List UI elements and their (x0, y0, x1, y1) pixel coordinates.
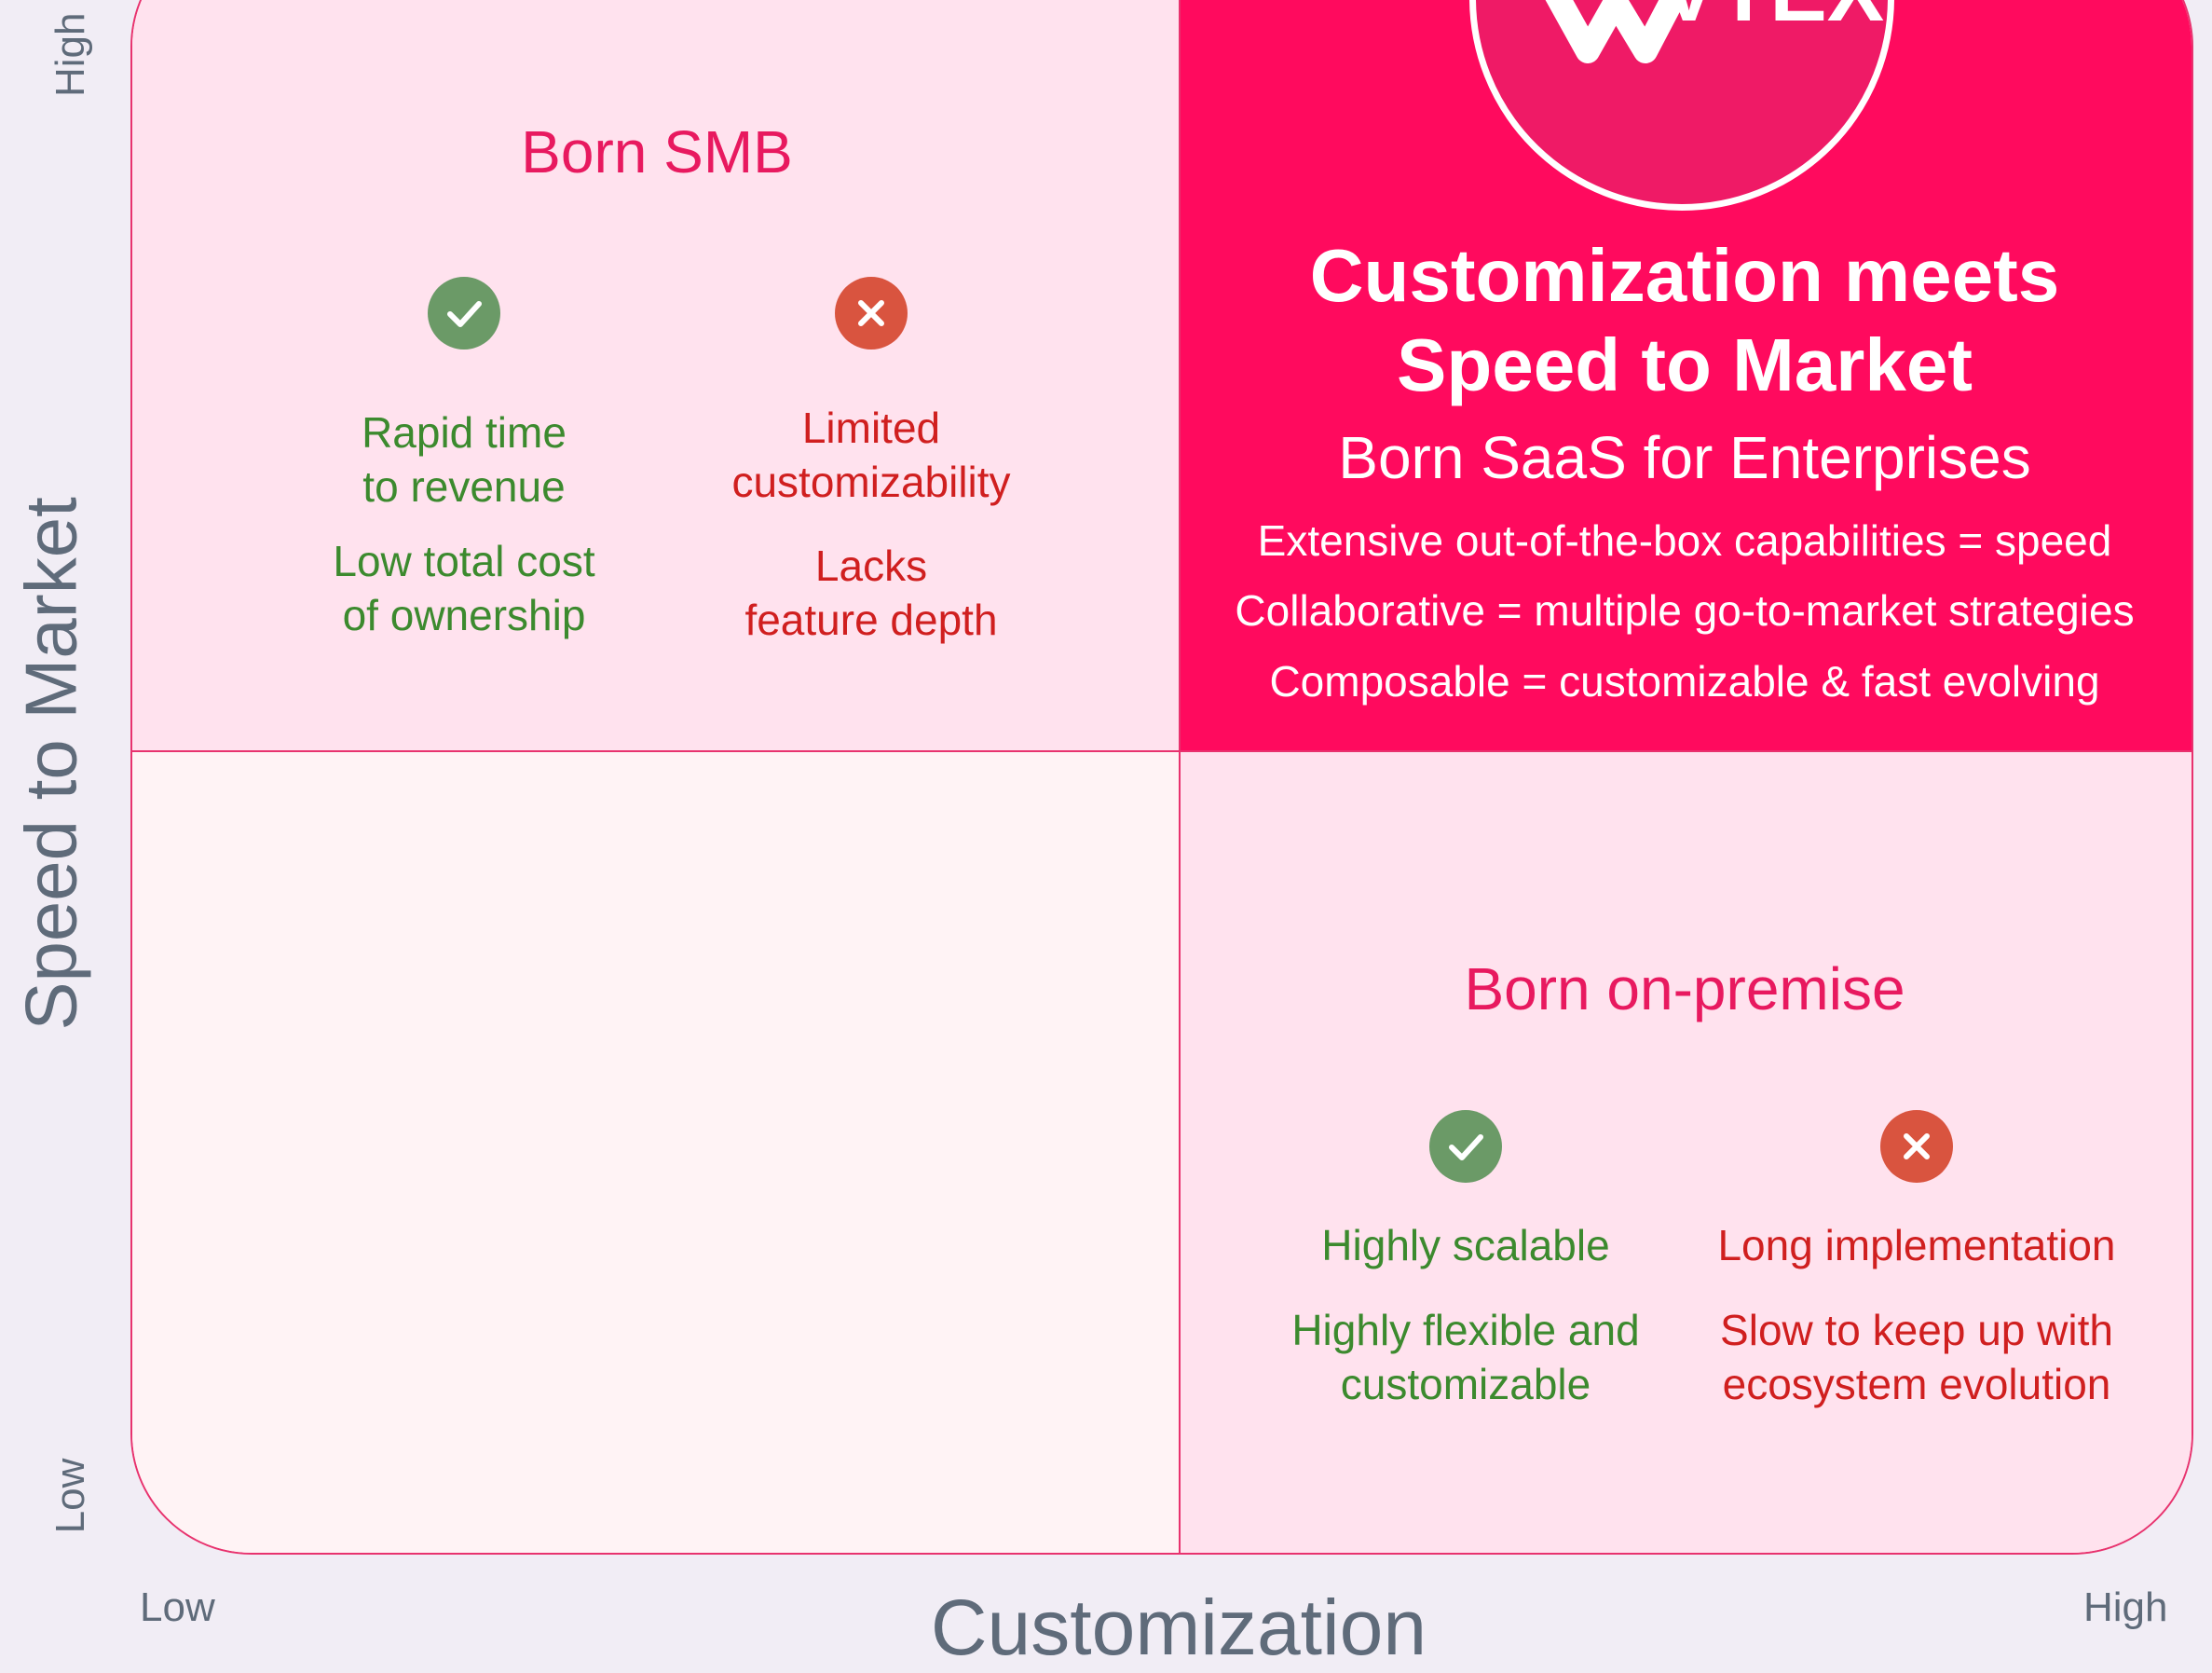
con-line: ecosystem evolution (1722, 1360, 2111, 1408)
x-circle-icon (1880, 1110, 1953, 1183)
y-axis-label: Speed to Market (9, 497, 92, 1031)
pro-item: Highly flexible and customizable (1291, 1303, 1639, 1411)
quadrant-bottom-right (1181, 752, 2192, 1553)
con-item: Long implementation (1717, 1218, 2115, 1272)
con-item: Slow to keep up with ecosystem evolution (1720, 1303, 2113, 1411)
headline-line-1: Customization meets (1309, 234, 2060, 317)
pro-item: Low total cost of ownership (333, 534, 594, 642)
feature-item: Composable = customizable & fast evolvin… (1269, 657, 2100, 706)
con-line: Long implementation (1717, 1221, 2116, 1269)
born-saas-subtitle: Born SaaS for Enterprises (1338, 424, 2031, 491)
headline-line-2: Speed to Market (1397, 323, 1973, 406)
con-item: Lacks feature depth (744, 539, 997, 647)
feature-item: Extensive out-of-the-box capabilities = … (1257, 516, 2112, 565)
x-circle-icon (835, 277, 908, 350)
con-line: Limited (801, 404, 941, 452)
check-circle-icon (1429, 1110, 1502, 1183)
pro-line: customizable (1340, 1360, 1591, 1408)
pro-line: to revenue (362, 462, 566, 511)
headline: Customization meets Speed to Market (1310, 231, 2060, 410)
logo-text: VTEX (1660, 0, 1884, 39)
pro-line: Rapid time (362, 408, 567, 457)
feature-item: Collaborative = multiple go-to-market st… (1235, 586, 2135, 635)
x-axis-high: High (2083, 1584, 2168, 1630)
pro-item: Rapid time to revenue (362, 405, 567, 514)
con-line: Slow to keep up with (1720, 1306, 2113, 1354)
con-line: customizability (731, 458, 1011, 506)
x-axis-low: Low (140, 1584, 215, 1630)
pro-line: of ownership (342, 591, 586, 639)
pro-item: Highly scalable (1321, 1218, 1609, 1272)
quadrant-top-left (132, 0, 1181, 752)
y-axis-low: Low (48, 1458, 93, 1534)
pro-line: Highly scalable (1321, 1221, 1610, 1269)
born-on-premise-title: Born on-premise (1464, 955, 1905, 1022)
check-circle-icon (428, 277, 500, 350)
y-axis-high: High (48, 12, 93, 98)
con-line: feature depth (744, 596, 998, 644)
pro-line: Highly flexible and (1291, 1306, 1640, 1354)
pro-line: Low total cost (333, 537, 595, 585)
con-line: Lacks (814, 542, 928, 590)
con-item: Limited customizability (731, 401, 1010, 509)
x-axis-label: Customization (930, 1584, 1427, 1671)
born-smb-title: Born SMB (521, 118, 793, 185)
quadrant-bottom-left (132, 752, 1181, 1553)
